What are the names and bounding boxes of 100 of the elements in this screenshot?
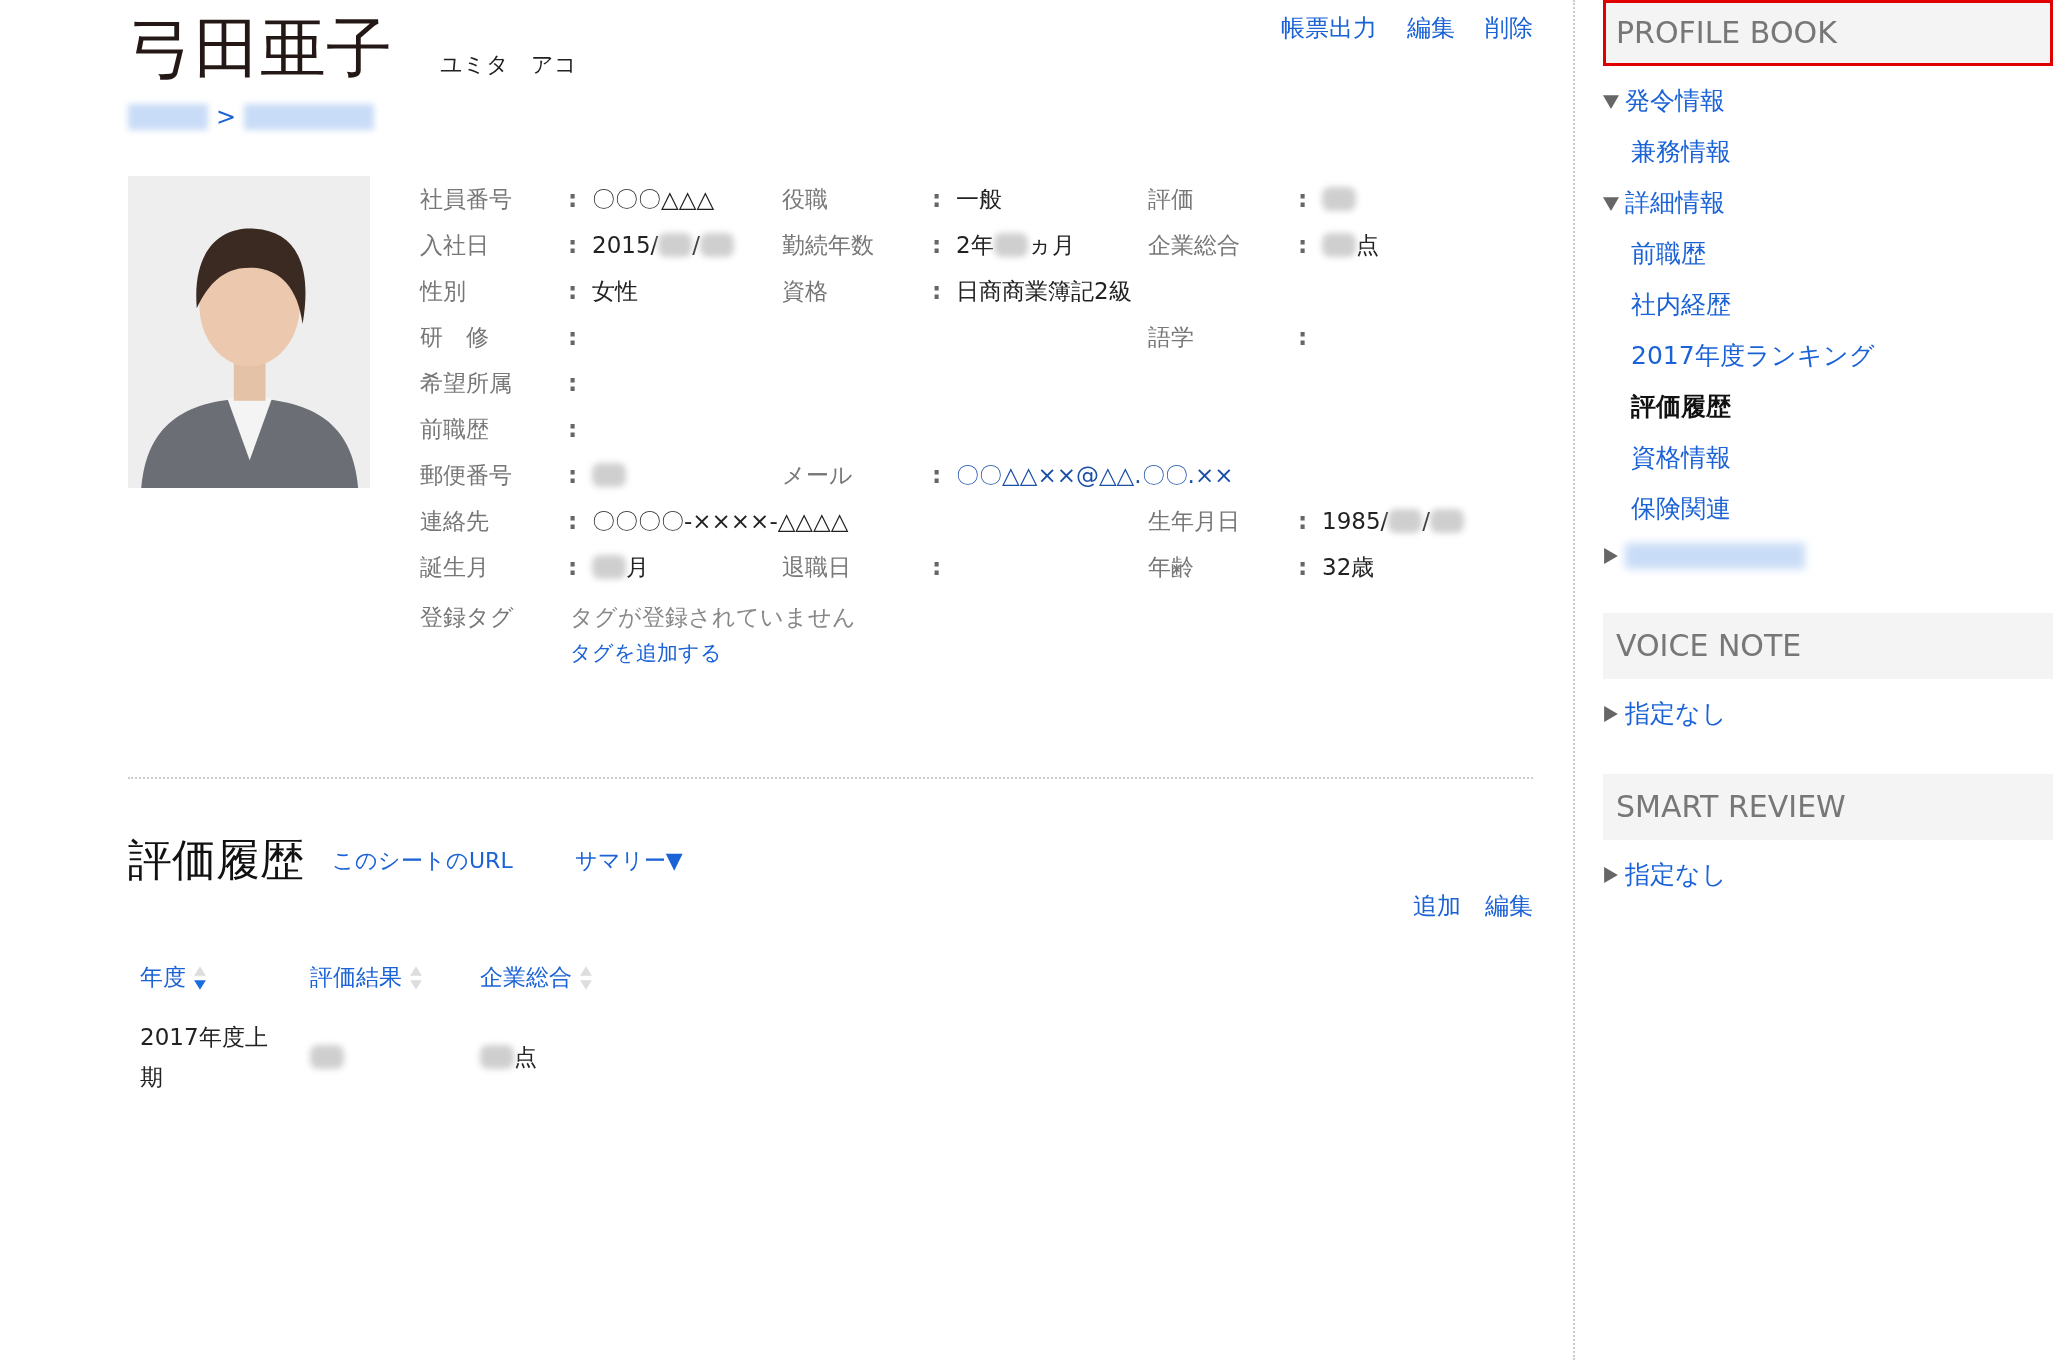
value-text: 〇〇〇△△△ (592, 184, 715, 214)
field-label: 評価 (1148, 184, 1195, 214)
sidebar-header: PROFILE BOOK (1603, 0, 2053, 66)
sidebar-header: SMART REVIEW (1603, 774, 2053, 840)
empty-tags-text: タグが登録されていません (570, 603, 856, 632)
field-label: 役職 (782, 184, 829, 214)
value-text: / (1422, 508, 1431, 534)
column-header[interactable]: 評価結果 (310, 962, 402, 993)
value-text: 日商商業簿記2級 (956, 276, 1132, 306)
tags-label: 登録タグ (420, 603, 515, 632)
sidebar-link[interactable]: 詳細情報 (1625, 186, 1725, 219)
field-label: 資格 (782, 276, 829, 306)
sidebar-link[interactable]: 発令情報 (1625, 84, 1725, 117)
redacted-mark (993, 233, 1028, 257)
field-label: 前職歴 (420, 414, 490, 444)
colon: : (932, 462, 943, 488)
colon: : (568, 508, 579, 534)
field-label: 郵便番号 (420, 460, 513, 490)
name-reading: ユミタ アコ (440, 51, 577, 79)
colon: : (1298, 508, 1309, 534)
field-label: 生年月日 (1148, 506, 1241, 536)
sidebar-link[interactable]: 社内経歴 (1631, 288, 1731, 321)
value-text: 1985/ (1322, 508, 1389, 534)
sidebar-link[interactable]: 資格情報 (1631, 441, 1731, 474)
breadcrumb-separator: > (216, 103, 237, 131)
value-text: 32歳 (1322, 552, 1375, 582)
colon: : (568, 278, 579, 304)
redacted-mark (310, 1045, 344, 1069)
colon: : (568, 462, 579, 488)
field-label: 勤続年数 (782, 230, 875, 260)
colon: : (568, 416, 579, 442)
action-link[interactable]: 削除 (1485, 12, 1533, 44)
field-label: 連絡先 (420, 506, 490, 536)
colon: : (568, 554, 579, 580)
colon: : (932, 554, 943, 580)
field-label: 年齢 (1148, 552, 1195, 582)
field-label: 性別 (420, 276, 467, 306)
colon: : (1298, 232, 1309, 258)
value-text: 2年 (956, 230, 994, 260)
caret-right-icon[interactable] (1603, 866, 1619, 883)
action-link[interactable]: 帳票出力 (1281, 12, 1377, 44)
colon: : (1298, 186, 1309, 212)
sidebar-link[interactable]: 指定なし (1625, 697, 1727, 730)
colon: : (568, 324, 579, 350)
colon: : (568, 186, 579, 212)
redacted-mark (1430, 509, 1465, 533)
field-label: 退職日 (782, 552, 852, 582)
caret-right-icon[interactable] (1603, 705, 1619, 722)
field-label: 希望所属 (420, 368, 513, 398)
summary-dropdown[interactable]: サマリー▼ (574, 845, 683, 876)
caret-right-icon[interactable] (1603, 548, 1619, 564)
section-title: 評価履歴 (128, 833, 304, 887)
field-label: 社員番号 (420, 184, 513, 214)
sidebar-link[interactable]: 2017年度ランキング (1631, 339, 1875, 372)
add-tag-link[interactable]: タグを追加する (570, 639, 856, 667)
email-link[interactable]: 〇〇△△××@△△.〇〇.×× (956, 459, 1234, 491)
redacted-mark (592, 463, 626, 487)
redacted-mark (658, 233, 693, 257)
redacted-mark (700, 233, 735, 257)
colon: : (1298, 324, 1309, 350)
column-header[interactable]: 年度 (140, 962, 186, 993)
sidebar-link[interactable]: 前職歴 (1631, 237, 1706, 270)
colon: : (1298, 554, 1309, 580)
action-link[interactable]: 追加 (1413, 890, 1461, 922)
value-text: 点 (514, 1043, 537, 1072)
field-label: 誕生月 (420, 552, 490, 582)
field-label: 研 修 (420, 322, 490, 352)
redacted-mark (1388, 509, 1423, 533)
sidebar-link[interactable]: 評価履歴 (1631, 390, 1731, 423)
field-label: メール (782, 460, 854, 490)
sidebar-link[interactable]: 指定なし (1625, 858, 1727, 891)
caret-down-icon[interactable] (1603, 194, 1619, 211)
value-text: 2017年度上期 (140, 1023, 269, 1092)
value-text: 月 (626, 552, 649, 582)
action-link[interactable]: 編集 (1407, 12, 1455, 44)
colon: : (932, 232, 943, 258)
caret-down-icon[interactable] (1603, 92, 1619, 109)
colon: : (568, 232, 579, 258)
sidebar-link[interactable]: 兼務情報 (1631, 135, 1731, 168)
colon: : (932, 278, 943, 304)
value-text: / (692, 232, 701, 258)
colon: : (568, 370, 579, 396)
value-text: 女性 (592, 276, 638, 306)
colon: : (932, 186, 943, 212)
field-label: 企業総合 (1148, 230, 1241, 260)
column-header[interactable]: 企業総合 (480, 962, 572, 993)
redacted-mark (1322, 233, 1356, 257)
value-text: 2015/ (592, 232, 659, 258)
value-text: 一般 (956, 184, 1002, 214)
sheet-url-link[interactable]: このシートのURL (332, 845, 513, 876)
field-label: 語学 (1148, 322, 1195, 352)
action-link[interactable]: 編集 (1485, 890, 1533, 922)
value-text: 点 (1356, 230, 1379, 260)
field-label: 入社日 (420, 230, 490, 260)
sidebar-header: VOICE NOTE (1603, 613, 2053, 679)
sidebar-link[interactable]: 保険関連 (1631, 492, 1731, 525)
redacted-mark (592, 555, 626, 579)
redacted-mark (1322, 187, 1356, 211)
sort-icon[interactable] (194, 964, 206, 991)
value-text: 〇〇〇〇-××××-△△△△ (592, 506, 849, 536)
